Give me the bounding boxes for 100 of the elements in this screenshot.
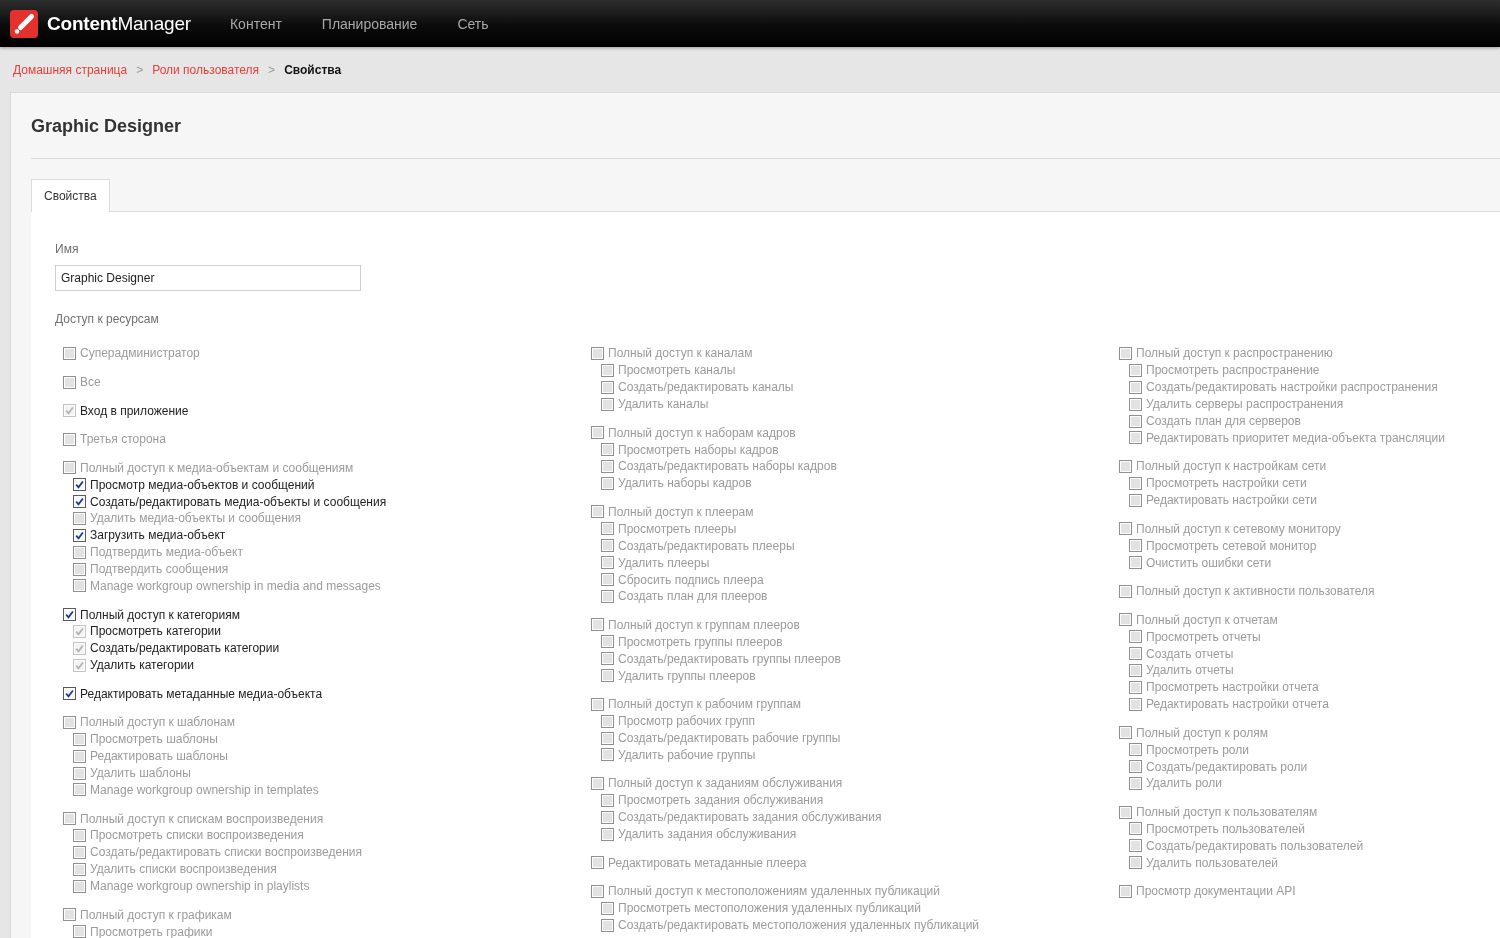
checkbox[interactable] [1129,822,1142,836]
checkbox[interactable] [1129,776,1142,790]
checkbox[interactable] [73,579,86,593]
name-input-field[interactable]: Graphic Designer [55,265,361,291]
checkbox-label: Создать/редактировать плееры [618,538,795,553]
checkbox[interactable] [601,573,614,586]
checkbox[interactable] [63,608,76,622]
checkbox[interactable] [601,793,614,807]
checkbox[interactable] [1129,363,1142,377]
checkbox[interactable] [601,556,614,570]
checkbox[interactable] [1119,584,1132,598]
checkbox-label: Создать/редактировать категории [90,641,280,656]
checkbox-label: Удалить наборы кадров [618,476,752,491]
checkbox[interactable] [73,495,86,509]
checkbox[interactable] [1119,805,1132,819]
checkbox[interactable] [1129,743,1142,757]
checkbox[interactable] [601,827,614,841]
checkbox[interactable] [601,731,614,745]
checkbox[interactable] [1129,431,1142,445]
checkbox[interactable] [73,732,86,746]
checkbox[interactable] [73,862,86,876]
checkbox[interactable] [1119,459,1132,473]
checkbox[interactable] [601,589,614,603]
checkbox[interactable] [1119,346,1132,360]
checkbox[interactable] [601,748,614,762]
checkbox[interactable] [73,766,86,780]
checkbox[interactable] [63,375,76,389]
checkbox[interactable] [1119,726,1132,740]
checkbox[interactable] [73,925,86,938]
checkbox[interactable] [591,884,604,898]
checkbox[interactable] [73,478,86,492]
checkbox-label: Удалить категории [90,658,194,673]
checkbox[interactable] [73,562,86,576]
checkbox[interactable] [1129,414,1142,428]
nav-link[interactable]: Планирование [301,15,438,32]
checkbox[interactable] [601,635,614,649]
checkbox[interactable] [1119,884,1132,898]
nav-link[interactable]: Контент [209,15,302,32]
checkbox[interactable] [63,461,76,475]
checkbox[interactable] [73,879,86,893]
checkbox[interactable] [591,856,604,870]
checkbox[interactable] [1129,556,1142,570]
breadcrumb-current-page: Свойства [284,62,342,77]
checkbox[interactable] [73,511,86,525]
checkbox[interactable] [63,687,76,701]
checkbox[interactable] [601,380,614,394]
checkbox[interactable] [601,918,614,932]
checkbox[interactable] [1129,839,1142,853]
checkbox[interactable] [601,810,614,824]
checkbox[interactable] [73,783,86,797]
checkbox[interactable] [601,539,614,553]
checkbox[interactable] [1129,397,1142,411]
checkbox-label: Просмотреть списки воспроизведения [90,828,304,843]
checkbox[interactable] [63,432,76,446]
checkbox[interactable] [1129,647,1142,661]
checkbox[interactable] [1129,680,1142,694]
checkbox[interactable] [591,776,604,790]
checkbox[interactable] [591,346,604,360]
checkbox[interactable] [591,697,604,711]
checkbox[interactable] [1129,856,1142,870]
checkbox[interactable] [601,476,614,490]
checkbox[interactable] [601,363,614,377]
checkbox-label: Редактировать настройки отчета [1146,697,1329,712]
checkbox[interactable] [1129,663,1142,677]
checkbox[interactable] [1129,493,1142,507]
checkbox[interactable] [63,812,76,826]
checkbox[interactable] [591,426,604,440]
checkbox[interactable] [73,845,86,859]
checkbox[interactable] [601,652,614,666]
checkbox[interactable] [73,545,86,559]
checkbox[interactable] [1129,539,1142,553]
checkbox[interactable] [73,749,86,763]
checkbox-label: Удалить отчеты [1146,663,1234,678]
checkbox[interactable] [601,443,614,457]
checkbox-label: Просмотреть пользователей [1146,821,1306,836]
checkbox[interactable] [73,828,86,842]
checkbox[interactable] [601,901,614,915]
checkbox[interactable] [63,715,76,729]
tab[interactable]: Свойства [31,179,110,212]
checkbox-label: Создать/редактировать списки воспроизведения [90,845,362,860]
nav-link[interactable]: Сеть [437,15,509,32]
checkbox-label: Создать план для плееров [618,589,768,604]
checkbox[interactable] [601,714,614,728]
checkbox[interactable] [591,618,604,632]
checkbox[interactable] [1129,630,1142,644]
checkbox[interactable] [1119,522,1132,536]
checkbox[interactable] [1129,697,1142,711]
checkbox[interactable] [601,397,614,411]
checkbox[interactable] [1129,476,1142,490]
checkbox[interactable] [591,505,604,519]
checkbox[interactable] [1129,380,1142,394]
checkbox[interactable] [63,908,76,922]
checkbox[interactable] [601,669,614,683]
checkbox[interactable] [73,528,86,542]
checkbox[interactable] [601,459,614,473]
checkbox[interactable] [1119,613,1132,627]
checkbox[interactable] [63,346,76,360]
checkbox-label: Полный доступ к активности пользователя [1136,584,1375,599]
checkbox[interactable] [1129,760,1142,774]
checkbox[interactable] [601,522,614,536]
